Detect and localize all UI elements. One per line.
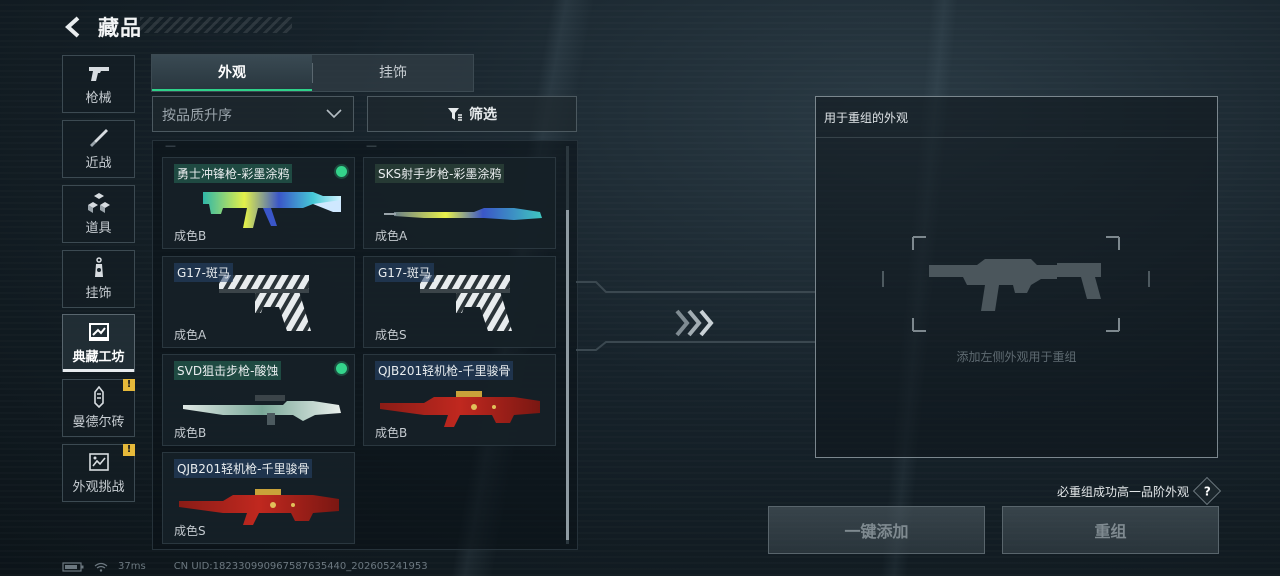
skin-card[interactable]: G17-斑马 成色S: [363, 256, 556, 348]
sidebar-item-label: 道具: [85, 221, 112, 236]
cubes-icon: [87, 192, 111, 214]
mandel-brick-icon: [87, 386, 111, 408]
sidebar-item-label: 枪械: [85, 91, 112, 106]
empty-weapon-slot-icon[interactable]: [881, 229, 1151, 339]
skin-name: G17-斑马: [375, 263, 434, 282]
sidebar-item-workshop[interactable]: 典藏工坊: [62, 314, 135, 372]
page-title: 藏品: [98, 16, 142, 40]
skin-card[interactable]: QJB201轻机枪-千里骏骨 成色S: [162, 452, 355, 544]
sidebar-item-label: 外观挑战: [72, 480, 125, 495]
sidebar-item-label: 曼德尔砖: [72, 415, 125, 430]
skin-card[interactable]: 勇士冲锋枪-彩墨涂鸦 成色B: [162, 157, 355, 249]
skin-grade: 成色A: [174, 328, 207, 342]
panel-title: 用于重组的外观: [824, 111, 909, 125]
recombine-button[interactable]: 重组: [1002, 506, 1219, 554]
cut-off-text: —: [366, 140, 377, 152]
sidebar-item-melee[interactable]: 近战: [62, 120, 135, 178]
filter-button[interactable]: 筛选: [367, 96, 577, 132]
sort-value: 按品质升序: [162, 108, 232, 124]
status-footer: 37ms CN UID:182330990967587635440_202605…: [62, 561, 428, 572]
sidebar-item-charms[interactable]: 挂饰: [62, 250, 135, 308]
divider: [816, 137, 1217, 138]
skin-grade: 成色A: [375, 229, 408, 243]
charm-icon: [87, 257, 111, 279]
skin-name: G17-斑马: [174, 263, 233, 282]
skin-list: — — 勇士冲锋枪-彩墨涂鸦 成色B SKS射手步枪-彩墨涂鸦 成色A G17-…: [152, 140, 578, 550]
sidebar-item-props[interactable]: 道具: [62, 185, 135, 243]
recombine-info-text: 必重组成功高一品阶外观: [1056, 484, 1189, 499]
skin-grade: 成色S: [174, 524, 206, 538]
back-button[interactable]: [60, 14, 88, 40]
skin-name: SVD狙击步枪-酸蚀: [174, 361, 282, 380]
cut-off-text: —: [165, 140, 176, 152]
sidebar-item-label: 近战: [85, 156, 112, 171]
battery-icon: [62, 561, 84, 572]
skin-card[interactable]: SVD狙击步枪-酸蚀 成色B: [162, 354, 355, 446]
skin-card[interactable]: SKS射手步枪-彩墨涂鸦 成色A: [363, 157, 556, 249]
list-scrollbar-thumb[interactable]: [566, 210, 569, 540]
ping-value: 37ms: [118, 561, 146, 572]
skin-grade: 成色S: [375, 328, 407, 342]
recombine-info: 必重组成功高一品阶外观 ?: [1056, 476, 1222, 506]
skin-name: SKS射手步枪-彩墨涂鸦: [375, 164, 505, 183]
pistol-icon: [87, 62, 111, 84]
panel-hint: 添加左侧外观用于重组: [956, 350, 1077, 364]
skin-grade: 成色B: [174, 426, 207, 440]
skin-name: 勇士冲锋枪-彩墨涂鸦: [174, 164, 293, 183]
skin-name: QJB201轻机枪-千里骏骨: [375, 361, 514, 380]
title-decoration: [140, 17, 292, 33]
sidebar-item-appearance-challenge[interactable]: ! 外观挑战: [62, 444, 135, 502]
workshop-icon: [87, 321, 111, 343]
tab-charms[interactable]: 挂饰: [313, 55, 473, 91]
sort-dropdown[interactable]: 按品质升序: [152, 96, 354, 132]
equipped-indicator: [336, 363, 347, 374]
chevron-down-icon: [326, 109, 342, 119]
challenge-icon: [87, 451, 111, 473]
quick-add-button[interactable]: 一键添加: [768, 506, 985, 554]
wifi-icon: [94, 562, 108, 572]
sidebar-item-label: 典藏工坊: [72, 350, 125, 365]
filter-label: 筛选: [469, 107, 497, 123]
sidebar-item-guns[interactable]: 枪械: [62, 55, 135, 113]
tab-appearance[interactable]: 外观: [152, 55, 312, 91]
recombine-panel: 用于重组的外观 添加左侧外观用于重组: [815, 96, 1218, 458]
question-icon: ?: [1203, 484, 1211, 498]
alert-badge: !: [123, 379, 135, 391]
skin-grade: 成色B: [375, 426, 408, 440]
skin-card[interactable]: QJB201轻机枪-千里骏骨 成色B: [363, 354, 556, 446]
skin-card[interactable]: G17-斑马 成色A: [162, 256, 355, 348]
alert-badge: !: [123, 444, 135, 456]
category-tabs: 外观 挂饰: [151, 54, 474, 92]
skin-name: QJB201轻机枪-千里骏骨: [174, 459, 313, 478]
triple-chevron-icon: [675, 309, 714, 337]
back-arrow-icon: [65, 16, 80, 38]
equipped-indicator: [336, 166, 347, 177]
skin-grade: 成色B: [174, 229, 207, 243]
knife-icon: [87, 127, 111, 149]
help-button[interactable]: ?: [1192, 476, 1222, 506]
sidebar-item-label: 挂饰: [85, 286, 112, 301]
user-uid: CN UID:182330990967587635440_20260524195…: [173, 561, 428, 572]
sidebar-item-mandel-brick[interactable]: ! 曼德尔砖: [62, 379, 135, 437]
filter-icon: [448, 108, 462, 121]
